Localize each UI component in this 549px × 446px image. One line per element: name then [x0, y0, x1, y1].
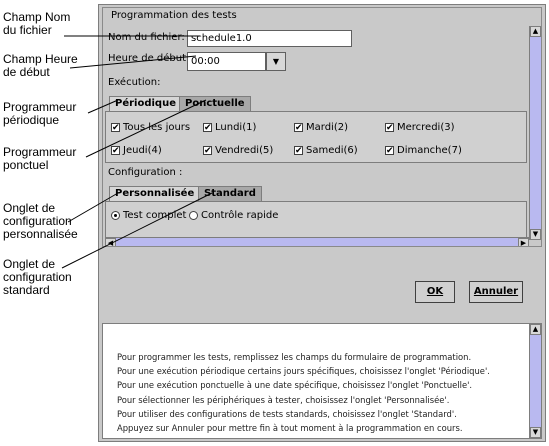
- arrow-up-icon[interactable]: ▲: [530, 26, 541, 37]
- checkbox-day[interactable]: ✔ Jeudi(4): [111, 145, 162, 156]
- checkbox-label: Vendredi(5): [215, 145, 274, 156]
- help-text: Pour programmer les tests, remplissez le…: [117, 350, 490, 435]
- checkbox-label: Tous les jours: [123, 122, 191, 133]
- callout-standard-tab: Onglet de configuration standard: [3, 258, 72, 297]
- callout-line: standard: [3, 283, 50, 297]
- callout-line: ponctuel: [3, 158, 49, 172]
- checkbox-day[interactable]: ✔ Mardi(2): [294, 122, 348, 133]
- checkbox-day[interactable]: ✔ Tous les jours: [111, 122, 190, 133]
- horizontal-scrollbar[interactable]: ◀ ▶: [105, 237, 529, 246]
- checkbox-day[interactable]: ✔ Dimanche(7): [385, 145, 462, 156]
- help-line: Pour sélectionner les périphériques à te…: [117, 394, 450, 405]
- callout-start-time: Champ Heure de début: [3, 53, 78, 79]
- checkbox-box: ✔: [111, 146, 120, 156]
- filename-label: Nom du fichier:: [108, 32, 185, 43]
- periodic-panel: ✔ Tous les jours ✔ Lundi(1) ✔ Mardi(2) ✔…: [105, 111, 527, 163]
- radio-quick-check[interactable]: Contrôle rapide: [189, 210, 278, 221]
- callout-line: du fichier: [3, 23, 52, 37]
- checkbox-label: Mercredi(3): [397, 122, 455, 133]
- arrow-down-icon[interactable]: ▼: [530, 427, 541, 438]
- help-line: Pour programmer les tests, remplissez le…: [117, 352, 472, 362]
- help-line: Pour utiliser des configurations de test…: [117, 408, 457, 419]
- callout-periodic: Programmeur périodique: [3, 101, 76, 127]
- checkbox-day[interactable]: ✔ Lundi(1): [203, 122, 256, 133]
- help-line: Pour une exécution périodique certains j…: [117, 366, 490, 377]
- radio-label: Contrôle rapide: [201, 210, 279, 221]
- arrow-down-icon[interactable]: ▼: [530, 229, 541, 240]
- callout-custom-tab: Onglet de configuration personnalisée: [3, 202, 78, 241]
- checkbox-day[interactable]: ✔ Samedi(6): [294, 145, 358, 156]
- checkbox-box: ✔: [294, 123, 303, 133]
- tab-periodic[interactable]: Périodique: [109, 96, 182, 111]
- checkbox-box: ✔: [294, 146, 303, 156]
- checkbox-label: Jeudi(4): [123, 145, 162, 156]
- help-line: Appuyez sur Annuler pour mettre fin à to…: [117, 423, 463, 434]
- radio-full-test[interactable]: Test complet: [111, 210, 186, 221]
- scheduler-window: Programmation des tests Nom du fichier: …: [98, 4, 546, 442]
- callout-line: périodique: [3, 113, 60, 127]
- radio-dot: [111, 211, 120, 220]
- cancel-button[interactable]: Annuler: [469, 281, 523, 303]
- tab-oneshot[interactable]: Ponctuelle: [179, 96, 251, 111]
- checkbox-label: Lundi(1): [215, 122, 257, 133]
- vertical-scrollbar[interactable]: ▲ ▼: [529, 26, 541, 240]
- arrow-right-icon[interactable]: ▶: [518, 238, 529, 246]
- execution-label: Exécution:: [108, 77, 161, 88]
- checkbox-box: ✔: [203, 146, 212, 156]
- start-time-combo[interactable]: 00:00: [187, 52, 266, 71]
- checkbox-box: ✔: [385, 123, 394, 133]
- callout-line: personnalisée: [3, 227, 78, 241]
- filename-field[interactable]: schedule1.0: [187, 30, 352, 47]
- arrow-left-icon[interactable]: ◀: [105, 238, 116, 246]
- help-text-panel: Pour programmer les tests, remplissez le…: [102, 323, 542, 439]
- checkbox-day[interactable]: ✔ Mercredi(3): [385, 122, 455, 133]
- callout-oneshot: Programmeur ponctuel: [3, 146, 76, 172]
- callout-filename: Champ Nom du fichier: [3, 11, 70, 37]
- radio-label: Test complet: [123, 210, 187, 221]
- ok-button[interactable]: OK: [415, 281, 455, 303]
- checkbox-label: Mardi(2): [306, 122, 348, 133]
- start-time-label: Heure de début:: [108, 53, 190, 64]
- scheduling-panel: Programmation des tests Nom du fichier: …: [102, 7, 542, 247]
- checkbox-box: ✔: [203, 123, 212, 133]
- configuration-label: Configuration :: [108, 167, 183, 178]
- tab-custom[interactable]: Personnalisée: [109, 186, 201, 201]
- custom-panel: Test complet Contrôle rapide: [105, 201, 527, 241]
- checkbox-label: Samedi(6): [306, 145, 358, 156]
- checkbox-label: Dimanche(7): [397, 145, 462, 156]
- arrow-up-icon[interactable]: ▲: [530, 324, 541, 335]
- radio-dot: [189, 211, 198, 220]
- help-line: Pour une exécution ponctuelle à une date…: [117, 380, 473, 391]
- tab-standard[interactable]: Standard: [198, 186, 262, 201]
- checkbox-box: ✔: [111, 123, 120, 133]
- help-scrollbar[interactable]: ▲ ▼: [529, 324, 541, 438]
- callout-line: de début: [3, 65, 50, 79]
- checkbox-box: ✔: [385, 146, 394, 156]
- checkbox-day[interactable]: ✔ Vendredi(5): [203, 145, 273, 156]
- chevron-down-icon[interactable]: ▼: [266, 52, 286, 71]
- group-title: Programmation des tests: [109, 10, 239, 21]
